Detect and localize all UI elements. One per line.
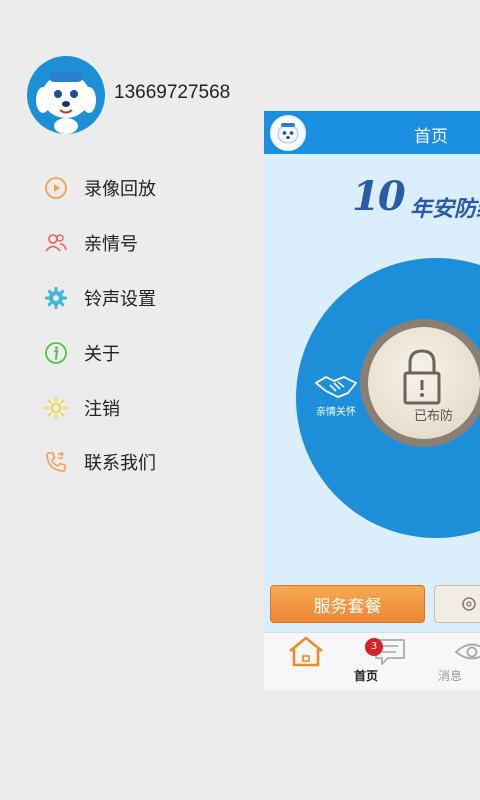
banner-slogan: 年安防约 (410, 197, 480, 222)
phone-icon (46, 451, 66, 472)
tab-privacy[interactable]: 隐私 (442, 633, 480, 690)
play-icon (45, 177, 67, 199)
user-phone-number: 13669727568 (114, 82, 231, 103)
tab-home[interactable]: 首页 (276, 633, 378, 690)
arm-toggle-button[interactable] (360, 319, 480, 447)
contacts-icon (45, 234, 67, 252)
eye-icon (454, 643, 480, 660)
menu-item-label: 联系我们 (84, 453, 156, 474)
menu-item-label: 录像回放 (84, 179, 156, 200)
menu-item-label: 关于 (84, 344, 120, 365)
menu-item-label: 注销 (84, 399, 120, 420)
service-package-button[interactable]: 服务套餐 (270, 585, 425, 623)
sun-icon (44, 396, 68, 420)
home-icon (289, 636, 323, 667)
mascot-icon (36, 72, 96, 134)
handshake-icon (315, 376, 357, 398)
menu-item-label: 亲情号 (84, 234, 138, 255)
arm-status-label: 已布防 (414, 409, 454, 424)
menu-item-contact[interactable]: 联系我们 (44, 447, 156, 477)
menu-item-about[interactable]: 关于 (44, 338, 120, 368)
info-icon (45, 342, 67, 364)
page-title: 首页 (414, 127, 448, 147)
user-avatar[interactable] (27, 56, 105, 134)
gear-icon (462, 597, 476, 611)
mascot-icon (277, 123, 299, 144)
main-screen-panel[interactable]: 首页 10 年安防约 亲情关怀 已布防 服务套餐 (264, 111, 480, 690)
menu-item-logout[interactable]: 注销 (44, 393, 120, 423)
top-bar: 首页 (264, 111, 480, 154)
family-care-button[interactable]: 亲情关怀 (306, 373, 366, 418)
menu-item-playback[interactable]: 录像回放 (44, 173, 156, 203)
settings-button[interactable] (434, 585, 480, 623)
menu-item-family[interactable]: 亲情号 (44, 228, 138, 258)
banner-number: 10 (352, 173, 406, 220)
menu-item-label: 铃声设置 (84, 289, 156, 310)
menu-item-ringtone[interactable]: 铃声设置 (44, 283, 156, 313)
gear-icon (45, 287, 67, 309)
message-count-badge: 3 (365, 638, 383, 656)
bottom-tab-bar: 首页 消息 3 隐私 (264, 632, 480, 690)
family-care-label: 亲情关怀 (316, 407, 356, 418)
topbar-avatar[interactable] (270, 115, 306, 151)
